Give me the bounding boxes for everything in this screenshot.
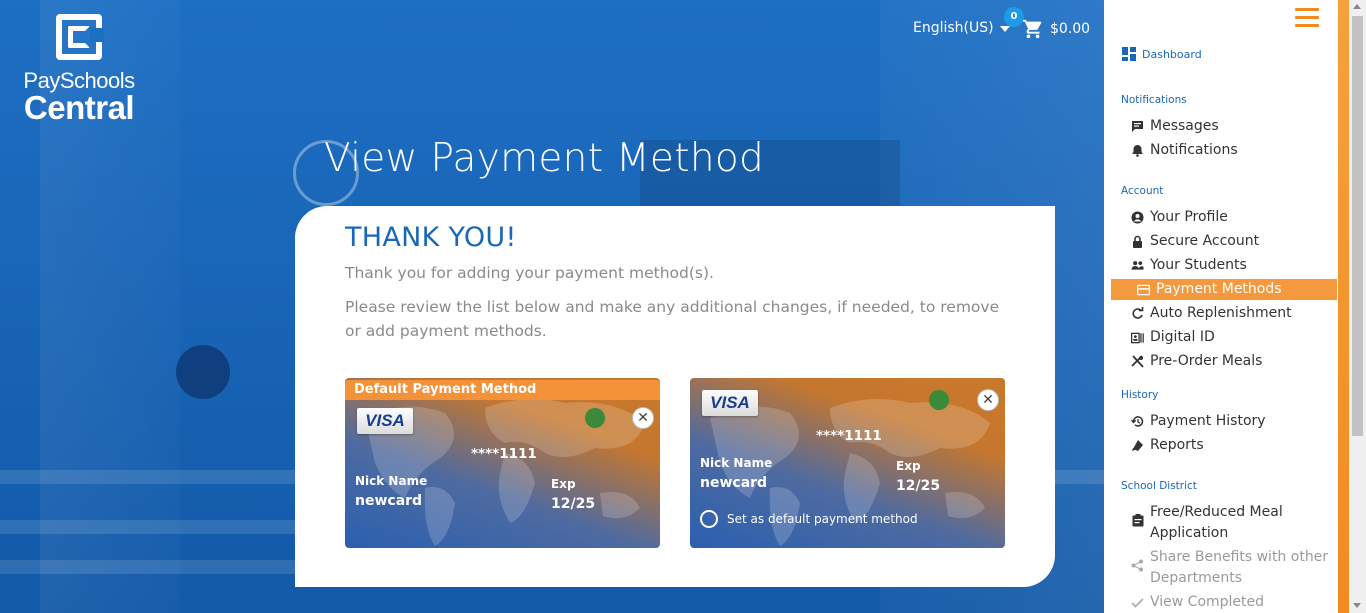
payment-card-default[interactable]: VISA ✕ ****1111 Nick Name newcard Exp 12…	[345, 378, 660, 548]
sidebar-item-label: Messages	[1150, 118, 1219, 134]
card-expiration: 12/25	[896, 478, 941, 494]
cart-button[interactable]: $0.00	[1022, 18, 1090, 40]
sidebar-item-messages[interactable]: Messages	[1131, 116, 1336, 137]
sidebar-item-dashboard[interactable]: Dashboard	[1122, 47, 1202, 61]
cart-icon	[1022, 19, 1042, 39]
content-panel: THANK YOU! Thank you for adding your pay…	[295, 206, 1055, 587]
sidebar-item-reports[interactable]: Reports	[1131, 435, 1336, 456]
section-school-district: School District	[1121, 480, 1197, 492]
card-number: ****1111	[471, 446, 537, 462]
sidebar-item-label: Payment Methods	[1156, 281, 1282, 297]
sidebar-accent-strip	[1338, 0, 1349, 613]
status-dot-icon	[929, 390, 949, 410]
logo-text-bottom: Central	[23, 89, 135, 126]
bell-icon	[1131, 144, 1144, 157]
sidebar-item-notifications[interactable]: Notifications	[1131, 140, 1336, 161]
user-circle-icon	[1131, 211, 1144, 224]
remove-card-button[interactable]: ✕	[977, 389, 999, 411]
nickname-label: Nick Name	[700, 456, 773, 470]
payment-card[interactable]: VISA ✕ ****1111 Nick Name newcard Exp 12…	[690, 378, 1005, 548]
sidebar-item-label: Dashboard	[1142, 47, 1202, 61]
sidebar-item-label: Auto Replenishment	[1150, 305, 1292, 321]
card-nickname: newcard	[355, 493, 423, 509]
exp-label: Exp	[896, 459, 921, 473]
sidebar-item-your-students[interactable]: Your Students	[1131, 255, 1336, 276]
dashboard-icon	[1122, 47, 1136, 61]
sidebar-item-label: Free/Reduced Meal Application	[1150, 504, 1283, 541]
card-nickname: newcard	[700, 475, 768, 491]
report-icon	[1131, 439, 1144, 452]
sidebar-item-label: Notifications	[1150, 142, 1238, 158]
sidebar-item-payment-methods[interactable]: Payment Methods	[1111, 279, 1337, 300]
scrollbar-thumb[interactable]	[1352, 16, 1363, 436]
sidebar-item-auto-replenishment[interactable]: Auto Replenishment	[1131, 303, 1336, 324]
caret-down-icon	[999, 26, 1010, 32]
page-title: View Payment Method	[324, 136, 765, 181]
sidebar-item-label: Reports	[1150, 437, 1204, 453]
sidebar-item-label: Digital ID	[1150, 329, 1215, 345]
message-icon	[1131, 120, 1144, 133]
default-payment-method-label: Default Payment Method	[345, 380, 660, 400]
set-default-label[interactable]: Set as default payment method	[727, 512, 918, 526]
sidebar-item-label: Share Benefits with other Departments	[1150, 549, 1329, 586]
sidebar-item-free-reduced-meal[interactable]: Free/Reduced Meal Application	[1131, 502, 1336, 544]
payschools-logo[interactable]: PaySchools Central	[14, 14, 144, 124]
utensils-icon	[1131, 355, 1144, 368]
remove-card-button[interactable]: ✕	[632, 407, 654, 429]
card-expiration: 12/25	[551, 496, 596, 512]
sidebar-item-label: View Completed Application	[1150, 594, 1265, 610]
thank-you-message: Thank you for adding your payment method…	[345, 264, 714, 282]
exp-label: Exp	[551, 477, 576, 491]
thank-you-heading: THANK YOU!	[345, 222, 517, 253]
sidebar-item-secure-account[interactable]: Secure Account	[1131, 231, 1336, 252]
section-account: Account	[1121, 185, 1164, 197]
cart-count-badge: 0	[1004, 7, 1024, 27]
sidebar-item-label: Payment History	[1150, 413, 1266, 429]
check-icon	[1131, 596, 1144, 609]
cart-total: $0.00	[1050, 21, 1091, 37]
share-icon	[1131, 559, 1144, 572]
lock-icon	[1131, 235, 1144, 248]
sidebar-item-label: Your Students	[1150, 257, 1247, 273]
id-card-icon	[1131, 331, 1144, 344]
credit-card-icon	[1137, 283, 1150, 296]
visa-logo: VISA	[702, 390, 758, 416]
visa-logo: VISA	[357, 408, 413, 434]
sidebar-item-view-completed-application[interactable]: View Completed Application	[1131, 592, 1336, 613]
nickname-label: Nick Name	[355, 474, 428, 488]
status-dot-icon	[585, 408, 605, 428]
section-notifications: Notifications	[1121, 94, 1187, 106]
page-scrollbar[interactable]	[1349, 0, 1366, 613]
language-selector[interactable]: English(US)	[913, 20, 1010, 36]
hamburger-menu-icon[interactable]	[1295, 8, 1319, 30]
review-instructions: Please review the list below and make an…	[345, 298, 1000, 340]
sidebar-item-label: Your Profile	[1150, 209, 1228, 225]
scroll-up-icon[interactable]	[1353, 4, 1361, 9]
sidebar-item-share-benefits[interactable]: Share Benefits with other Departments	[1131, 547, 1336, 589]
card-number: ****1111	[816, 428, 882, 444]
sidebar-item-digital-id[interactable]: Digital ID	[1131, 327, 1336, 348]
sidebar-item-pre-order-meals[interactable]: Pre-Order Meals	[1131, 351, 1336, 372]
clipboard-icon	[1131, 514, 1144, 527]
sidebar-item-label: Secure Account	[1150, 233, 1260, 249]
globe	[176, 345, 230, 399]
people-icon	[1131, 259, 1144, 272]
sidebar-item-label: Pre-Order Meals	[1150, 353, 1263, 369]
history-icon	[1131, 415, 1144, 428]
scroll-down-icon[interactable]	[1353, 603, 1361, 608]
section-history: History	[1121, 389, 1159, 401]
refresh-icon	[1131, 307, 1144, 320]
set-default-radio[interactable]	[700, 510, 718, 528]
sidebar-item-your-profile[interactable]: Your Profile	[1131, 207, 1336, 228]
sidebar-item-payment-history[interactable]: Payment History	[1131, 411, 1336, 432]
logo-mark-icon	[56, 14, 104, 60]
language-label: English(US)	[913, 20, 994, 36]
